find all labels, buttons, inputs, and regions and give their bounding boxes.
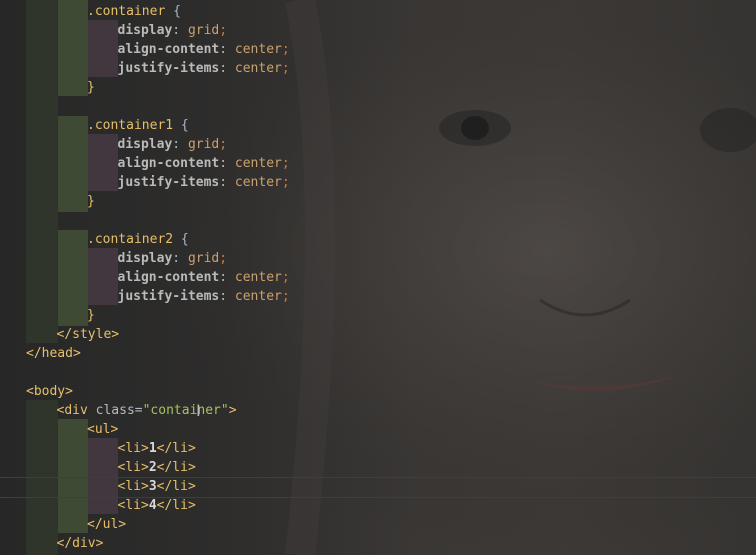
code-token: center [234,175,282,190]
code-token: center [234,61,282,76]
code-token: : [172,23,188,38]
code-line[interactable]: <ul> [0,420,118,439]
code-token: <li> [117,441,149,456]
code-token: </div> [56,536,104,551]
code-token: ; [281,42,290,57]
code-line[interactable]: <li>1</li> [0,439,196,458]
code-token: display [117,23,173,38]
code-token: center [234,289,282,304]
code-token: > [228,403,237,418]
code-token: ; [281,61,290,76]
code-token: grid [187,137,220,152]
code-token: : [172,137,188,152]
code-token: } [87,308,95,323]
code-token: </li> [156,498,196,513]
code-line[interactable]: <li>2</li> [0,458,196,477]
code-token: justify-items [117,175,220,190]
code-line[interactable] [0,211,26,230]
code-line[interactable]: align-content: center; [0,268,290,287]
code-token: : [219,42,235,57]
code-token: <div [56,403,96,418]
code-line[interactable]: </ul> [0,515,126,534]
code-token: : [219,289,235,304]
code-token: : [219,61,235,76]
code-token: ; [281,175,290,190]
code-line[interactable] [0,363,26,382]
code-token: "container" [142,403,229,418]
code-token: : [172,251,188,266]
code-token: </li> [156,479,196,494]
code-token: : [219,156,235,171]
code-line[interactable]: align-content: center; [0,40,290,59]
code-token: class [95,403,135,418]
code-token: align-content [117,156,220,171]
code-token: } [87,80,95,95]
code-line[interactable]: display: grid; [0,21,228,40]
code-token: <li> [117,479,149,494]
code-token: } [87,194,95,209]
code-token: justify-items [117,61,220,76]
code-line[interactable]: .container1 { [0,116,189,135]
code-token: <body> [26,384,73,399]
code-token: { [165,4,181,19]
code-line[interactable]: justify-items: center; [0,287,290,306]
code-token: 4 [148,498,157,513]
code-token: </head> [26,346,81,361]
code-token: center [234,42,282,57]
code-token: </li> [156,441,196,456]
code-token: : [219,175,235,190]
code-token: </style> [56,327,120,342]
code-line[interactable]: } [0,306,95,325]
code-token: ; [281,156,290,171]
code-token: ; [219,23,228,38]
code-token: ; [219,137,228,152]
code-editor[interactable]: .container {display: grid; align-content:… [0,0,756,555]
code-line[interactable]: </div> [0,534,104,553]
code-line[interactable]: <body> [0,382,73,401]
code-token: <ul> [87,422,119,437]
code-token: display [117,251,173,266]
code-token: <li> [117,498,149,513]
code-token: center [234,156,282,171]
code-token: 3 [148,479,157,494]
code-line[interactable]: .container { [0,2,181,21]
code-line[interactable]: align-content: center; [0,154,290,173]
code-line[interactable]: display: grid; [0,135,228,154]
code-token: ; [281,270,290,285]
code-line[interactable]: display: grid; [0,249,228,268]
code-token: justify-items [117,289,220,304]
code-token: .container2 [87,232,174,247]
code-token: 2 [148,460,157,475]
code-line[interactable]: <li>3</li> [0,477,196,496]
code-line[interactable]: </head> [0,344,81,363]
code-line[interactable]: <div class="container"> [0,401,237,420]
code-line[interactable]: </style> [0,325,120,344]
code-token: 1 [148,441,157,456]
code-token: grid [187,251,220,266]
code-line[interactable]: } [0,78,95,97]
code-token: </li> [156,460,196,475]
code-token: ; [281,289,290,304]
code-token: grid [187,23,220,38]
code-token: <li> [117,460,149,475]
code-token: center [234,270,282,285]
code-token: align-content [117,42,220,57]
code-line[interactable]: .container2 { [0,230,189,249]
code-line[interactable]: } [0,192,95,211]
code-line[interactable] [0,97,26,116]
code-token: { [173,232,189,247]
i-beam-cursor-icon: I [196,401,201,420]
code-token: = [134,403,143,418]
code-token: { [173,118,189,133]
code-line[interactable]: justify-items: center; [0,59,290,78]
code-line[interactable]: justify-items: center; [0,173,290,192]
code-token: .container [87,4,166,19]
code-token: </ul> [87,517,127,532]
code-token: align-content [117,270,220,285]
code-token: .container1 [87,118,174,133]
code-token: : [219,270,235,285]
code-line[interactable]: <li>4</li> [0,496,196,515]
code-token: display [117,137,173,152]
code-token: ; [219,251,228,266]
